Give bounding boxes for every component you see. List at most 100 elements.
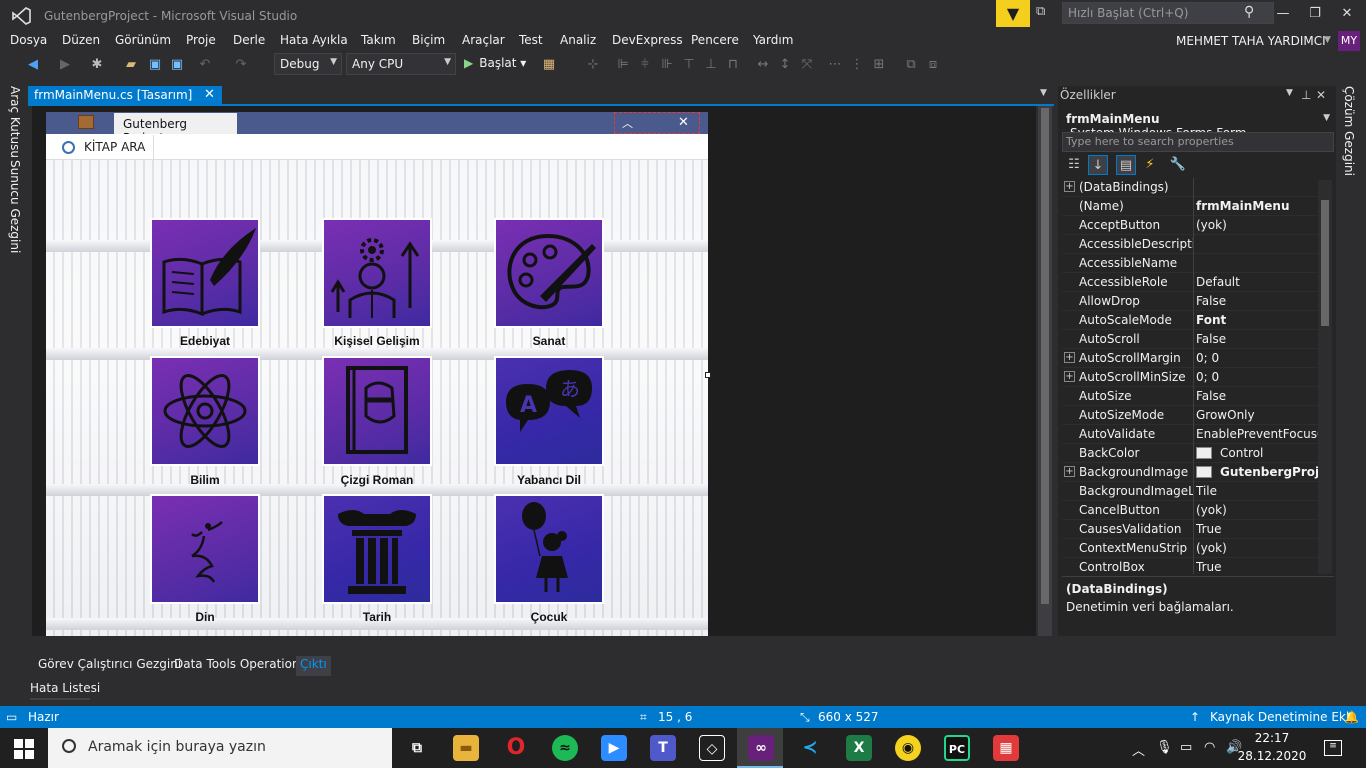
property-row[interactable]: + AutoScrollMinSize 0; 0 [1062, 368, 1318, 387]
forward-icon[interactable]: ▶ [56, 56, 74, 74]
property-row[interactable]: AccessibleDescription [1062, 235, 1318, 254]
zoom-icon[interactable]: ▶ [601, 735, 627, 761]
taskbar-date[interactable]: 28.12.2020 [1236, 749, 1308, 763]
align-center-icon[interactable]: ⫩ [636, 56, 654, 74]
align-middle-icon[interactable]: ⊥ [702, 56, 720, 74]
form-document-tab[interactable]: Gutenberg Project [114, 113, 237, 145]
property-scroll-thumb[interactable] [1321, 200, 1329, 326]
close-tab-icon[interactable]: ✕ [204, 87, 215, 102]
chevron-down-icon[interactable]: ▼ [1286, 88, 1293, 98]
platform-select[interactable]: Any CPU ▼ [346, 53, 456, 75]
property-value[interactable]: EnablePreventFocusChange [1196, 427, 1318, 441]
tab-overflow-icon[interactable]: ▼ [1040, 88, 1047, 98]
avatar[interactable]: MY [1338, 31, 1360, 51]
align-left-icon[interactable]: ⊫ [614, 56, 632, 74]
start-button[interactable]: ▶ Başlat ▾ [464, 56, 526, 70]
open-folder-icon[interactable]: ▰ [122, 56, 140, 74]
category-tile-edebiyat[interactable] [150, 218, 260, 328]
menu-yardim[interactable]: Yardım [753, 33, 793, 47]
same-height-icon[interactable]: ↕ [776, 56, 794, 74]
property-row[interactable]: ControlBox True [1062, 558, 1318, 574]
redo-icon[interactable]: ↷ [232, 56, 250, 74]
property-value[interactable]: False [1196, 294, 1318, 308]
align-top-icon[interactable]: ⊤ [680, 56, 698, 74]
categorized-icon[interactable]: ☷ [1064, 155, 1084, 175]
property-value[interactable]: (yok) [1196, 541, 1318, 555]
property-row[interactable]: AutoSize False [1062, 387, 1318, 406]
maximize-button[interactable]: ❐ [1300, 3, 1330, 25]
property-row[interactable]: AutoValidate EnablePreventFocusChange [1062, 425, 1318, 444]
menu-takim[interactable]: Takım [361, 33, 396, 47]
property-pages-icon[interactable]: 🔧 [1168, 155, 1188, 175]
tab-error-list[interactable]: Hata Listesi [30, 681, 100, 695]
grid-app-icon[interactable]: ▦ [993, 735, 1019, 761]
expand-icon[interactable]: + [1064, 181, 1075, 192]
form-frmmainmenu[interactable]: Gutenberg Project ︿ ✕ KİTAP ARA [46, 112, 708, 636]
category-tile-cizgi-roman[interactable] [322, 356, 432, 466]
undo-icon[interactable]: ↶ [196, 56, 214, 74]
alphabetical-icon[interactable]: ↓ [1088, 155, 1108, 175]
property-value[interactable]: Control [1196, 446, 1318, 460]
close-icon[interactable]: ✕ [1316, 88, 1326, 102]
menu-pencere[interactable]: Pencere [691, 33, 739, 47]
new-project-icon[interactable]: ✱ [88, 56, 106, 74]
configuration-select[interactable]: Debug ▼ [274, 53, 342, 75]
solution-explorer-tab[interactable]: Çözüm Gezgini [1342, 86, 1356, 176]
center-icon[interactable]: ⊞ [870, 56, 888, 74]
property-row[interactable]: (Name) frmMainMenu [1062, 197, 1318, 216]
category-tile-tarih[interactable] [322, 494, 432, 604]
chevron-up-icon[interactable]: ︿ [622, 115, 633, 131]
property-value[interactable]: 0; 0 [1196, 370, 1318, 384]
property-value[interactable]: GutenbergProject [1196, 465, 1318, 479]
server-explorer-tab[interactable]: Sunucu Gezgini [8, 160, 22, 253]
property-row[interactable]: + BackgroundImage GutenbergProject [1062, 463, 1318, 482]
filter-notification-icon[interactable]: ▼ [996, 0, 1030, 27]
expand-icon[interactable]: + [1064, 466, 1075, 477]
category-tile-cocuk[interactable] [494, 494, 604, 604]
teams-icon[interactable]: T [650, 735, 676, 761]
properties-icon[interactable]: ▤ [1116, 155, 1136, 175]
minimize-button[interactable]: — [1268, 3, 1298, 25]
close-icon[interactable]: ✕ [678, 115, 689, 130]
app-icon[interactable]: ◉ [895, 735, 921, 761]
taskbar-time[interactable]: 22:17 [1250, 731, 1294, 745]
align-grid-icon[interactable]: ⊹ [584, 56, 602, 74]
align-right-icon[interactable]: ⊪ [658, 56, 676, 74]
property-value[interactable]: frmMainMenu [1196, 199, 1318, 213]
property-value[interactable]: False [1196, 389, 1318, 403]
tab-frmmainmenu-design[interactable]: frmMainMenu.cs [Tasarım] [28, 86, 222, 106]
category-tile-yabanci-dil[interactable]: A あ [494, 356, 604, 466]
menu-devexpress[interactable]: DevExpress [612, 33, 683, 47]
property-row[interactable]: BackgroundImageLayoutTile [1062, 482, 1318, 501]
feedback-icon[interactable]: ⧉ [1036, 4, 1054, 22]
pycharm-icon[interactable]: PC [944, 735, 970, 761]
send-back-icon[interactable]: ⧈ [924, 56, 942, 74]
vspace-icon[interactable]: ⋮ [848, 56, 866, 74]
property-row[interactable]: + AutoScrollMargin 0; 0 [1062, 349, 1318, 368]
events-icon[interactable]: ⚡ [1140, 155, 1160, 175]
close-window-button[interactable]: ✕ [1332, 3, 1362, 25]
property-value[interactable]: Font [1196, 313, 1318, 327]
microphone-icon[interactable]: 🎙 [1156, 740, 1173, 755]
designer-scroll-thumb[interactable] [1041, 108, 1049, 604]
expand-icon[interactable]: + [1064, 352, 1075, 363]
chevron-down-icon[interactable]: ▼ [1324, 35, 1331, 45]
property-value[interactable]: Tile [1196, 484, 1318, 498]
expand-icon[interactable]: + [1064, 371, 1075, 382]
category-tile-kisisel-gelisim[interactable] [322, 218, 432, 328]
object-selector[interactable]: frmMainMenu System.Windows.Forms.Form ▼ [1062, 108, 1334, 140]
tab-task-runner[interactable]: Görev Çalıştırıcı Gezgini [34, 656, 185, 676]
property-value[interactable]: (yok) [1196, 503, 1318, 517]
tray-chevron-icon[interactable]: ︿ [1132, 740, 1145, 759]
find-icon[interactable]: ▦ [540, 56, 558, 74]
property-value[interactable]: True [1196, 560, 1318, 574]
spotify-icon[interactable]: ≈ [552, 735, 578, 761]
opera-icon[interactable]: O [503, 735, 529, 761]
unity-icon[interactable]: ◇ [699, 735, 725, 761]
menu-araclar[interactable]: Araçlar [462, 33, 505, 47]
property-row[interactable]: AutoScroll False [1062, 330, 1318, 349]
property-row[interactable]: AccessibleName [1062, 254, 1318, 273]
category-tile-sanat[interactable] [494, 218, 604, 328]
align-bottom-icon[interactable]: ⊓ [724, 56, 742, 74]
menu-duzen[interactable]: Düzen [62, 33, 100, 47]
